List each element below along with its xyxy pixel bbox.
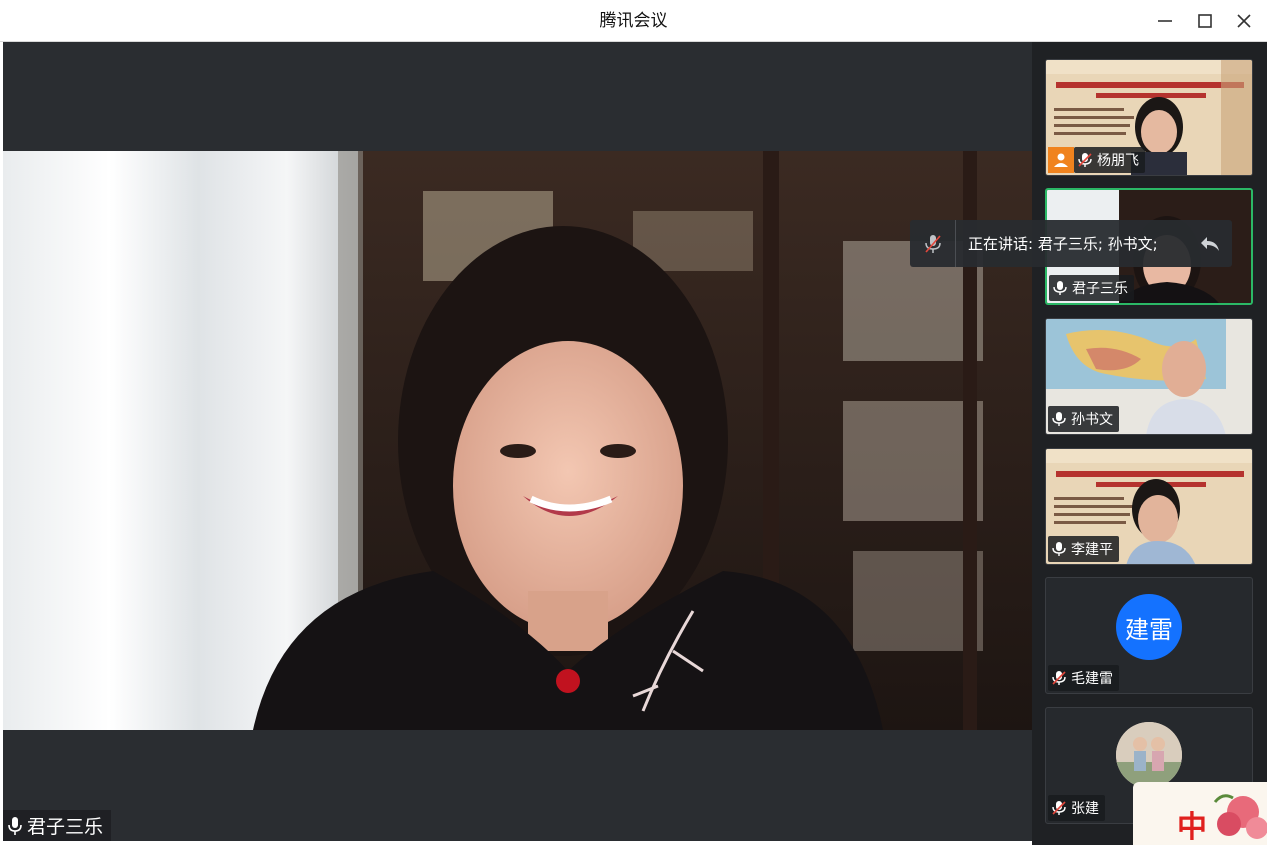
return-arrow-icon [1201,237,1219,251]
participant-tile[interactable]: 孙书文 [1045,318,1253,435]
window-title: 腾讯会议 [599,11,668,31]
participant-name: 孙书文 [1071,412,1113,428]
speaker-video [3,151,1032,730]
speaking-mic[interactable] [910,220,956,267]
participant-name-label: 孙书文 [1048,406,1119,432]
participant-tile[interactable]: 李建平 [1045,448,1253,565]
participant-list[interactable]: 杨朋飞 君子三乐 孙书文 李建平 建雷 毛建雷 张建 [1032,42,1267,845]
minimize-button[interactable] [1150,6,1180,36]
close-icon [1237,14,1251,28]
participant-name-label: 君子三乐 [1049,275,1134,301]
title-bar: 腾讯会议 [0,0,1267,42]
participant-name-label: 李建平 [1048,536,1119,562]
corner-sticker: 中 [1133,782,1267,845]
maximize-icon [1198,14,1212,28]
participant-name-label: 杨朋飞 [1074,147,1145,173]
participant-name: 君子三乐 [1072,281,1128,297]
minimize-icon [1158,20,1172,22]
participant-tile[interactable]: 杨朋飞 [1045,59,1253,176]
close-button[interactable] [1229,6,1259,36]
participant-name: 李建平 [1071,542,1113,558]
muted-microphone-icon [1078,153,1092,167]
speaker-name-label: 君子三乐 [3,810,112,841]
host-badge [1048,147,1074,173]
return-button[interactable] [1198,232,1222,256]
speaker-name: 君子三乐 [27,816,104,838]
microphone-icon [1053,281,1067,295]
microphone-icon [1052,542,1066,556]
participant-tile[interactable]: 建雷 毛建雷 [1045,577,1253,694]
participant-name-label: 张建 [1048,795,1105,821]
speaking-indicator: 正在讲话: 君子三乐; 孙书文; [910,220,1232,267]
person-icon [1054,153,1068,167]
participant-name-label: 毛建雷 [1048,665,1119,691]
speaking-text: 正在讲话: 君子三乐; 孙书文; [968,235,1158,253]
avatar-photo-image [1116,722,1182,788]
avatar [1116,722,1182,788]
speaker-video-frame [3,151,1032,730]
maximize-button[interactable] [1190,6,1220,36]
avatar: 建雷 [1116,594,1182,660]
muted-microphone-icon [1052,671,1066,685]
microphone-icon [1052,412,1066,426]
participant-name: 毛建雷 [1071,671,1113,687]
microphone-icon [8,816,22,835]
sticker-text: 中 [1177,810,1207,845]
participant-name: 杨朋飞 [1097,153,1139,169]
main-video-stage[interactable]: 君子三乐 [3,42,1032,841]
participant-name: 张建 [1071,801,1099,817]
muted-microphone-icon [1052,801,1066,815]
muted-microphone-icon [924,234,941,253]
